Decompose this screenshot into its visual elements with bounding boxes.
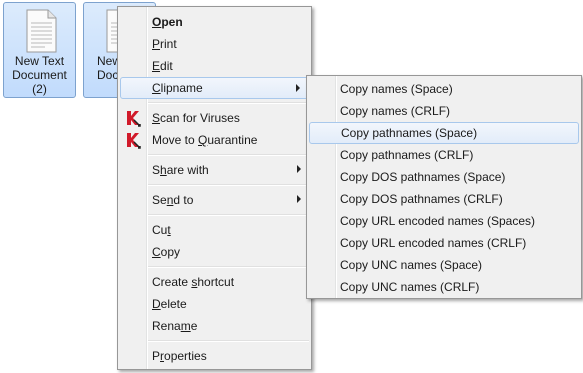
menu-item-label: Se [152,193,167,207]
menu-item-label: Q [198,133,208,147]
submenu-arrow-icon [297,195,301,203]
menu-item-create-shortcut[interactable]: Create shortcut [120,271,309,293]
menu-item-share-with[interactable]: Share with [120,159,309,181]
submenu-item-copy-pathnames-crlf[interactable]: Copy pathnames (CRLF) [309,144,579,166]
menu-item-rename[interactable]: Rename [120,315,309,337]
submenu-item-copy-unc-names-crlf[interactable]: Copy UNC names (CRLF) [309,276,579,298]
menu-item-label: C [152,81,161,95]
menu-separator [148,340,309,342]
text-document-icon [26,9,57,53]
menu-item-edit[interactable]: Edit [120,55,309,77]
menu-item-label: Move to [152,133,199,147]
menu-item-send-to[interactable]: Send to [120,189,309,211]
menu-item-label: opy [160,245,181,259]
menu-item-label: S [152,111,161,125]
file-new-text-document-2[interactable]: New Text Document (2) [3,2,76,98]
submenu-item-label: Copy URL encoded names (CRLF) [340,236,527,250]
menu-item-label: e [190,319,198,333]
menu-item-label: uarantine [207,133,258,147]
menu-item-move-to-quarantine[interactable]: Move to Quarantine [120,129,309,151]
menu-item-label: C [152,245,161,259]
submenu-item-copy-url-encoded-names-crlf[interactable]: Copy URL encoded names (CRLF) [309,232,579,254]
submenu-item-copy-unc-names-space[interactable]: Copy UNC names (Space) [309,254,579,276]
menu-item-properties[interactable]: Properties [120,345,309,367]
menu-item-label: Create [152,275,192,289]
submenu-item-label: Copy URL encoded names (Spaces) [340,214,535,228]
submenu-item-copy-names-crlf[interactable]: Copy names (CRLF) [309,100,579,122]
menu-item-label: hortcut [197,275,235,289]
kaspersky-k-icon [127,133,141,149]
menu-item-label: D [152,297,161,311]
submenu-item-label: Copy names (CRLF) [340,104,451,118]
file-label-line: (2) [32,82,47,96]
menu-separator [148,184,309,186]
file-label-line: New Text [14,54,65,68]
submenu-item-label: Copy UNC names (CRLF) [340,280,480,294]
submenu-item-label: Copy names (Space) [340,82,453,96]
menu-item-copy[interactable]: Copy [120,241,309,263]
submenu-item-copy-url-encoded-names-spaces[interactable]: Copy URL encoded names (Spaces) [309,210,579,232]
file-label: New Text Document (2) [4,54,75,96]
menu-item-label: d to [173,193,194,207]
menu-item-label: Rena [152,319,181,333]
submenu-item-copy-dos-pathnames-crlf[interactable]: Copy DOS pathnames (CRLF) [309,188,579,210]
file-label-line: Document [12,68,67,82]
menu-item-label: pen [161,15,183,29]
menu-item-label: lipname [160,81,203,95]
menu-item-label: t [167,223,171,237]
menu-item-open[interactable]: Open [120,11,309,33]
menu-item-clipname[interactable]: Clipname [120,77,309,99]
submenu-item-label: Copy UNC names (Space) [340,258,483,272]
menu-item-label: S [152,163,161,177]
submenu-item-label: Copy pathnames (CRLF) [340,148,474,162]
menu-item-label: can for Viruses [160,111,240,125]
menu-item-label: Cu [152,223,168,237]
menu-item-label: P [152,349,161,363]
menu-item-delete[interactable]: Delete [120,293,309,315]
kaspersky-k-icon [127,111,141,127]
menu-item-label: h [160,163,167,177]
menu-separator [148,214,309,216]
submenu-item-label: Copy DOS pathnames (Space) [340,170,506,184]
submenu-item-copy-pathnames-space[interactable]: Copy pathnames (Space) [309,122,579,144]
menu-item-label: rint [160,37,177,51]
menu-item-cut[interactable]: Cut [120,219,309,241]
menu-item-label: are with [166,163,209,177]
menu-item-label: elete [160,297,187,311]
menu-item-label: operties [164,349,207,363]
submenu-arrow-icon [296,84,300,92]
menu-item-print[interactable]: Print [120,33,309,55]
submenu-item-copy-names-space[interactable]: Copy names (Space) [309,78,579,100]
submenu-item-label: Copy pathnames (Space) [341,126,478,140]
menu-item-label: P [152,37,161,51]
submenu-arrow-icon [297,165,301,173]
submenu-item-label: Copy DOS pathnames (CRLF) [340,192,503,206]
submenu-item-copy-dos-pathnames-space[interactable]: Copy DOS pathnames (Space) [309,166,579,188]
clipname-submenu: Copy names (Space) Copy names (CRLF) Cop… [306,75,582,299]
menu-separator [148,154,309,156]
menu-separator [148,266,309,268]
menu-separator [148,102,309,104]
context-menu: Open Print Edit Clipname Scan for Viruse… [117,6,312,370]
menu-item-label: dit [160,59,173,73]
menu-item-label: E [152,59,161,73]
menu-item-label: m [180,319,191,333]
menu-item-scan-for-viruses[interactable]: Scan for Viruses [120,107,309,129]
menu-item-label: O [152,15,162,29]
